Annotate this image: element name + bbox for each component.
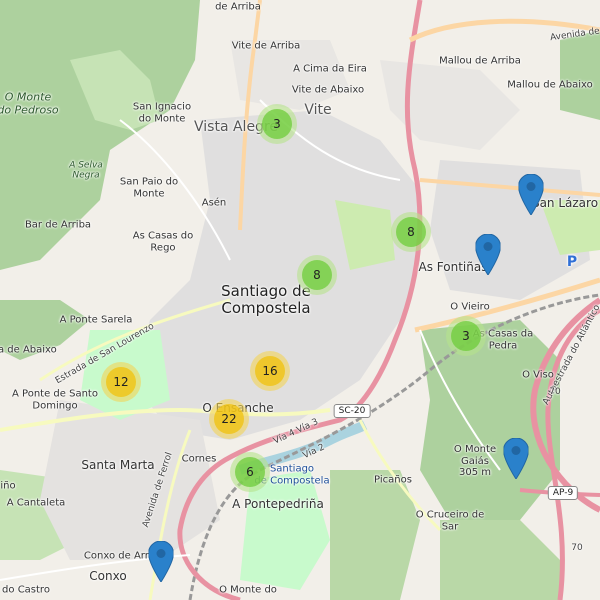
map-label-vite-de-abaixo: Vite de Abaixo [291,84,365,96]
cluster-count: 16 [255,356,285,386]
road-shield-ap-9: AP-9 [547,486,579,500]
map-label-vite-de-arriba: Vite de Arriba [231,40,301,52]
map-label-a-cima-da-eira: A Cima da Eira [293,63,367,75]
marker-cluster-station[interactable]: 6 [230,452,270,492]
map-label-do-castro: do Castro [2,584,50,596]
map-label-ino: iño [0,480,16,492]
map-label-o-vieiro: O Vieiro [450,301,490,313]
cluster-count: 12 [106,367,136,397]
cluster-count: 6 [235,457,265,487]
map-label-o-cruceiro-de-sar: O Cruceiro de Sar [415,509,485,533]
marker-cluster-ensanche[interactable]: 22 [209,399,249,439]
road-shield-sc-20: SC-20 [333,404,371,418]
map-label-mallou-de-arriba: Mallou de Arriba [439,55,521,67]
map-label-as-casas-do-rego: As Casas do Rego [132,230,194,254]
map-label-san-ignacio: San Ignacio do Monte [132,101,192,125]
map-label-a-ponte-de-santo-domingo: A Ponte de Santo Domingo [12,388,98,412]
map-label-la-de-abaixo: la de Abaixo [0,344,57,356]
map-label-de-arriba-top: de Arriba [215,1,261,13]
cluster-count: 3 [262,109,292,139]
marker-cluster-vieiro[interactable]: 3 [446,316,486,356]
map-label-road-number-70a: 70 [549,386,561,397]
map-label-santa-marta: Santa Marta [81,458,155,473]
map-label-a-ponte-sarela: A Ponte Sarela [59,314,133,326]
cluster-count: 22 [214,404,244,434]
cluster-count: 8 [302,260,332,290]
parking-icon: P [566,253,578,270]
map-pin-icon[interactable] [148,541,174,582]
map-label-a-cantaleta: A Cantaleta [6,497,66,509]
map-label-bar-de-arriba: Bar de Arriba [24,219,92,231]
map-label-san-paio-do-monte: San Paio do Monte [119,176,179,200]
map-label-a-selva-negra: A Selva Negra [69,160,103,181]
map-label-o-viso: O Viso [522,369,554,381]
marker-cluster-vista-alegre[interactable]: 3 [257,104,297,144]
map-label-o-monte-do: O Monte do [219,584,277,596]
map-label-mallou-de-abaixo: Mallou de Abaixo [507,79,593,91]
forest-area [560,30,600,120]
map-label-o-monte-gaias: O Monte Gaiás 305 m [453,443,497,478]
map-label-vite: Vite [304,101,332,118]
marker-cluster-centre-north[interactable]: 8 [297,255,337,295]
map-pin-icon[interactable] [518,174,544,215]
map-label-conxo: Conxo [89,569,127,584]
marker-cluster-sarela[interactable]: 12 [101,362,141,402]
marker-cluster-fontinas-north[interactable]: 8 [391,212,431,252]
urban-area [40,400,220,560]
map-label-santiago-de-compostela: Santiago de Compostela [221,281,311,317]
map-pin-icon[interactable] [503,438,529,479]
map-view[interactable]: de Arriba Vite de Arriba A Cima da Eira … [0,0,600,600]
map-label-road-number-70b: 70 [571,542,583,553]
marker-cluster-centre-south[interactable]: 16 [250,351,290,391]
map-label-asen: Asén [201,197,227,209]
cluster-count: 3 [451,321,481,351]
map-label-o-monte-pedroso: O Monte do Pedroso [0,90,59,116]
map-label-cornes: Cornes [181,453,217,465]
cluster-count: 8 [396,217,426,247]
map-label-picanos: Picaños [374,474,412,486]
map-label-a-pontepedrina: A Pontepedriña [232,497,324,512]
map-pin-icon[interactable] [475,234,501,275]
